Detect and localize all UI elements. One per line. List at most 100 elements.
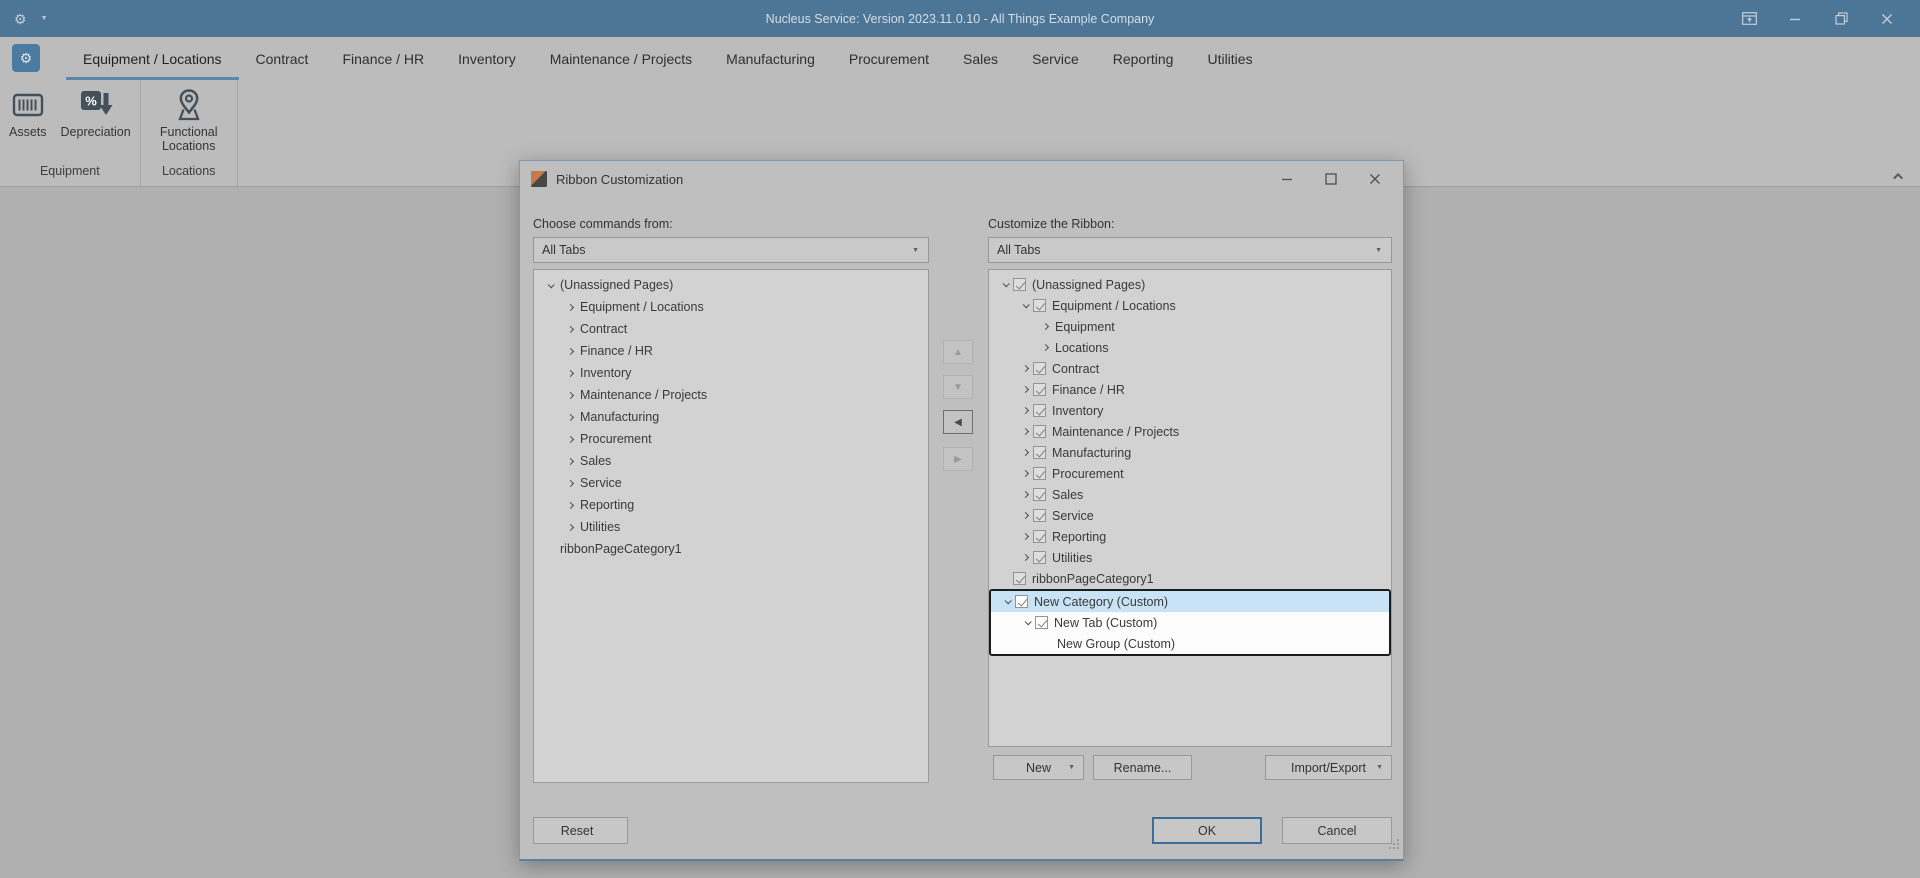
chevron-down-icon[interactable] xyxy=(999,597,1015,605)
checkbox-checked-icon[interactable] xyxy=(1033,362,1046,375)
chevron-right-icon[interactable] xyxy=(562,457,578,465)
tree-item-inventory[interactable]: Inventory xyxy=(534,362,928,384)
tree-item-finance-hr[interactable]: Finance / HR xyxy=(534,340,928,362)
chevron-right-icon[interactable] xyxy=(1037,322,1053,331)
checkbox-checked-icon[interactable] xyxy=(1015,595,1028,608)
tree-item-procurement[interactable]: Procurement xyxy=(534,428,928,450)
tree-item-maintenance-projects[interactable]: Maintenance / Projects xyxy=(989,421,1391,442)
chevron-right-icon[interactable] xyxy=(562,391,578,399)
chevron-right-icon[interactable] xyxy=(1037,343,1053,352)
ok-button[interactable]: OK xyxy=(1152,817,1262,844)
tab-maintenance-projects[interactable]: Maintenance / Projects xyxy=(533,37,709,80)
checkbox-checked-icon[interactable] xyxy=(1033,530,1046,543)
checkbox-checked-icon[interactable] xyxy=(1013,572,1026,585)
tree-item-manufacturing[interactable]: Manufacturing xyxy=(534,406,928,428)
chevron-down-icon[interactable] xyxy=(542,280,558,288)
tree-item-sales[interactable]: Sales xyxy=(989,484,1391,505)
reset-button[interactable]: Reset ▼ xyxy=(533,817,628,844)
new-button[interactable]: New ▼ xyxy=(993,755,1084,780)
tree-item-manufacturing[interactable]: Manufacturing xyxy=(989,442,1391,463)
customize-ribbon-combo[interactable]: All Tabs ▼ xyxy=(988,237,1392,263)
chevron-right-icon[interactable] xyxy=(1017,553,1033,562)
choose-commands-combo[interactable]: All Tabs ▼ xyxy=(533,237,929,263)
tree-item-inventory[interactable]: Inventory xyxy=(989,400,1391,421)
ribbon-button-depreciation[interactable]: % Depreciation xyxy=(54,85,138,139)
close-icon[interactable] xyxy=(1864,4,1910,34)
tree-item-ribbonpagecategory1[interactable]: ribbonPageCategory1 xyxy=(989,568,1391,589)
move-left-button[interactable]: ◀ xyxy=(943,410,973,434)
import-export-button[interactable]: Import/Export ▼ xyxy=(1265,755,1392,780)
tree-item-locations[interactable]: Locations xyxy=(989,337,1391,358)
checkbox-checked-icon[interactable] xyxy=(1033,383,1046,396)
tab-utilities[interactable]: Utilities xyxy=(1190,37,1269,80)
tree-item-ribbonpagecategory1[interactable]: ribbonPageCategory1 xyxy=(534,538,928,560)
tab-sales[interactable]: Sales xyxy=(946,37,1015,80)
chevron-right-icon[interactable] xyxy=(562,435,578,443)
chevron-right-icon[interactable] xyxy=(1017,469,1033,478)
chevron-right-icon[interactable] xyxy=(1017,448,1033,457)
tree-item-unassigned-pages[interactable]: (Unassigned Pages) xyxy=(534,274,928,296)
ribbon-button-functional-locations[interactable]: Functional Locations xyxy=(143,85,235,153)
close-icon[interactable] xyxy=(1353,165,1397,193)
chevron-right-icon[interactable] xyxy=(562,325,578,333)
rename-button[interactable]: Rename... xyxy=(1093,755,1192,780)
checkbox-checked-icon[interactable] xyxy=(1033,488,1046,501)
tree-item-service[interactable]: Service xyxy=(534,472,928,494)
chevron-right-icon[interactable] xyxy=(1017,385,1033,394)
checkbox-checked-icon[interactable] xyxy=(1033,509,1046,522)
tab-reporting[interactable]: Reporting xyxy=(1096,37,1191,80)
tree-item-equipment-locations[interactable]: Equipment / Locations xyxy=(534,296,928,318)
application-button[interactable]: ⚙ xyxy=(12,44,40,72)
tree-item-equipment[interactable]: Equipment xyxy=(989,316,1391,337)
tree-item-reporting[interactable]: Reporting xyxy=(534,494,928,516)
checkbox-checked-icon[interactable] xyxy=(1033,446,1046,459)
chevron-right-icon[interactable] xyxy=(1017,511,1033,520)
tab-procurement[interactable]: Procurement xyxy=(832,37,946,80)
checkbox-checked-icon[interactable] xyxy=(1033,404,1046,417)
ribbon-button-assets[interactable]: Assets xyxy=(2,85,54,139)
tree-item-sales[interactable]: Sales xyxy=(534,450,928,472)
checkbox-checked-icon[interactable] xyxy=(1033,425,1046,438)
tab-equipment-locations[interactable]: Equipment / Locations xyxy=(66,37,239,80)
gear-icon[interactable]: ⚙ xyxy=(14,12,27,26)
tab-service[interactable]: Service xyxy=(1015,37,1096,80)
chevron-down-icon[interactable] xyxy=(997,280,1013,288)
tree-item-reporting[interactable]: Reporting xyxy=(989,526,1391,547)
chevron-right-icon[interactable] xyxy=(1017,427,1033,436)
tree-item-equipment-locations[interactable]: Equipment / Locations xyxy=(989,295,1391,316)
tree-item-utilities[interactable]: Utilities xyxy=(534,516,928,538)
qat-dropdown-caret-icon[interactable]: ▼ xyxy=(41,15,48,22)
chevron-right-icon[interactable] xyxy=(562,303,578,311)
tab-contract[interactable]: Contract xyxy=(239,37,326,80)
tree-item-finance-hr[interactable]: Finance / HR xyxy=(989,379,1391,400)
chevron-down-icon[interactable] xyxy=(1017,301,1033,309)
chevron-right-icon[interactable] xyxy=(1017,490,1033,499)
move-down-button[interactable]: ▼ xyxy=(943,375,973,399)
collapse-ribbon-button[interactable] xyxy=(1890,168,1908,184)
chevron-down-icon[interactable] xyxy=(1019,618,1035,626)
tree-item-new-group-custom[interactable]: New Group (Custom) xyxy=(991,633,1389,654)
checkbox-checked-icon[interactable] xyxy=(1033,467,1046,480)
chevron-right-icon[interactable] xyxy=(562,369,578,377)
move-up-button[interactable]: ▲ xyxy=(943,340,973,364)
checkbox-checked-icon[interactable] xyxy=(1033,551,1046,564)
tree-item-service[interactable]: Service xyxy=(989,505,1391,526)
checkbox-checked-icon[interactable] xyxy=(1035,616,1048,629)
resize-grip[interactable] xyxy=(1389,837,1400,855)
chevron-right-icon[interactable] xyxy=(1017,406,1033,415)
checkbox-checked-icon[interactable] xyxy=(1013,278,1026,291)
chevron-right-icon[interactable] xyxy=(562,479,578,487)
tab-manufacturing[interactable]: Manufacturing xyxy=(709,37,832,80)
tree-item-new-tab-custom[interactable]: New Tab (Custom) xyxy=(991,612,1389,633)
restore-icon[interactable] xyxy=(1818,4,1864,34)
tree-item-maintenance-projects[interactable]: Maintenance / Projects xyxy=(534,384,928,406)
chevron-right-icon[interactable] xyxy=(562,413,578,421)
tree-item-contract[interactable]: Contract xyxy=(534,318,928,340)
chevron-right-icon[interactable] xyxy=(1017,364,1033,373)
tree-item-procurement[interactable]: Procurement xyxy=(989,463,1391,484)
tree-item-unassigned-pages[interactable]: (Unassigned Pages) xyxy=(989,274,1391,295)
move-right-button[interactable]: ▶ xyxy=(943,447,973,471)
tab-finance-hr[interactable]: Finance / HR xyxy=(325,37,441,80)
cancel-button[interactable]: Cancel xyxy=(1282,817,1392,844)
dialog-titlebar[interactable]: Ribbon Customization xyxy=(520,161,1403,197)
